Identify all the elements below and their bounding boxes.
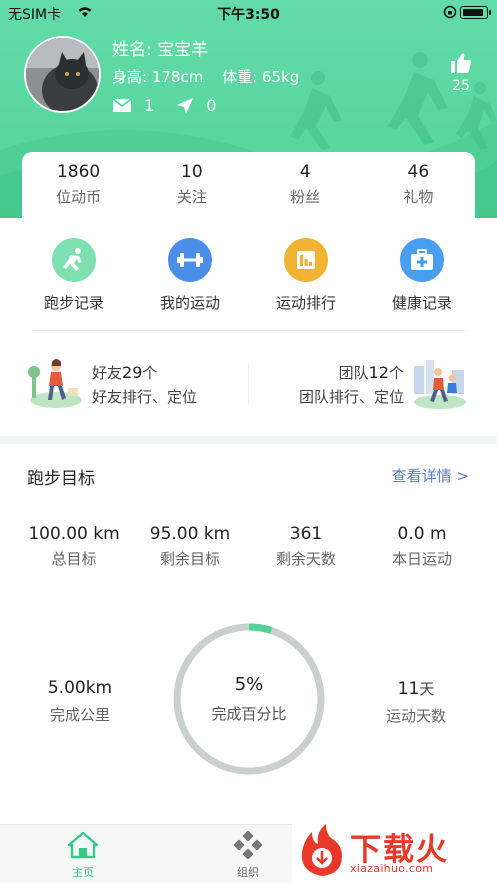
clock: 下午3:50 <box>217 7 280 23</box>
goal-stat-days-left: 361 剩余天数 <box>248 524 364 569</box>
message-count: 1 <box>144 96 155 115</box>
friends-count: 29 <box>122 363 143 382</box>
friends-count-line: 好友29个 <box>92 362 157 383</box>
feature-label: 健康记录 <box>391 294 452 312</box>
goal-title: 跑步目标 <box>27 469 95 489</box>
goal-stat-label: 本日运动 <box>391 550 452 568</box>
days-unit: 天 <box>419 680 435 698</box>
exercise-days-label: 运动天数 <box>385 707 446 725</box>
feature-label: 我的运动 <box>159 294 220 312</box>
friends-subtitle: 好友排行、定位 <box>92 388 198 406</box>
location-count: 0 <box>206 96 217 115</box>
dumbbell-icon <box>168 238 212 282</box>
team-illustration <box>414 360 466 409</box>
watermark: 下载火 xiazaihuo.com <box>292 818 497 883</box>
bar-chart-icon <box>284 238 328 282</box>
feature-label: 运动排行 <box>275 294 336 312</box>
goal-stat-value: 0.0 m <box>397 524 447 544</box>
feature-my-sports[interactable]: 我的运动 <box>132 238 248 313</box>
team-suffix: 个 <box>388 364 404 382</box>
goal-stat-label: 剩余目标 <box>159 550 220 568</box>
team-count-line: 团队12个 <box>339 362 404 383</box>
count-number: 10 <box>181 162 203 182</box>
likes-count: 25 <box>452 78 470 94</box>
count-number: 1860 <box>56 162 101 182</box>
friends-panel[interactable]: 好友29个 好友排行、定位 <box>28 354 248 414</box>
goal-stat-today: 0.0 m 本日运动 <box>364 524 480 569</box>
mail-icon[interactable] <box>112 98 132 113</box>
goal-stat-value: 95.00 km <box>149 524 231 544</box>
count-fans[interactable]: 4 粉丝 <box>249 152 362 222</box>
count-label: 粉丝 <box>290 188 321 206</box>
location-arrow-icon[interactable] <box>176 97 194 115</box>
friends-suffix: 个 <box>142 364 158 382</box>
completed-km: 5.00km 完成公里 <box>30 678 130 725</box>
days-number: 11 <box>397 679 420 699</box>
tab-label: 主页 <box>72 866 94 879</box>
goal-stat-value: 361 <box>289 524 323 544</box>
count-label: 礼物 <box>403 188 434 206</box>
friends-illustration <box>28 359 82 408</box>
team-subtitle: 团队排行、定位 <box>298 388 404 406</box>
features-section: 跑步记录 我的运动 运动排行 健康记录 好友29个 好友排行、定位 团队12个 … <box>0 218 497 436</box>
count-label: 位动币 <box>56 188 102 206</box>
count-number: 46 <box>407 162 430 182</box>
height-label: 身高: 178cm <box>112 68 204 86</box>
count-coins[interactable]: 1860 位动币 <box>22 152 135 222</box>
divider <box>32 330 465 331</box>
social-counts-card: 1860 位动币 10 关注 4 粉丝 46 礼物 <box>22 152 475 222</box>
organization-icon <box>233 830 263 860</box>
feature-health-record[interactable]: 健康记录 <box>364 238 480 313</box>
team-panel[interactable]: 团队12个 团队排行、定位 <box>250 354 470 414</box>
goal-stat-label: 剩余天数 <box>275 550 336 568</box>
completed-km-label: 完成公里 <box>49 706 110 724</box>
percent-value: 5% <box>234 674 264 695</box>
exercise-days-value: 11天 <box>366 678 466 699</box>
status-bar: 无SIM卡 下午3:50 <box>0 0 497 26</box>
rotation-lock-icon <box>443 5 457 19</box>
count-number: 4 <box>299 162 311 182</box>
team-count: 12 <box>368 363 389 382</box>
profile-name: 姓名: 宝宝羊 <box>112 40 209 60</box>
feature-grid: 跑步记录 我的运动 运动排行 健康记录 <box>0 238 497 313</box>
count-gifts[interactable]: 46 礼物 <box>362 152 475 222</box>
running-goal-section: 跑步目标 查看详情 > 100.00 km 总目标 95.00 km 剩余目标 … <box>0 444 497 824</box>
completed-km-value: 5.00km <box>47 678 113 698</box>
view-details-link[interactable]: 查看详情 > <box>392 465 469 486</box>
team-prefix: 团队 <box>338 364 369 382</box>
exercise-days: 11天 运动天数 <box>366 678 466 726</box>
goal-stat-value: 100.00 km <box>28 524 120 544</box>
count-label: 关注 <box>176 188 207 206</box>
profile-body-stats: 身高: 178cm 体重: 65kg <box>112 66 313 87</box>
goal-stat-label: 总目标 <box>51 550 97 568</box>
goal-stat-remaining: 95.00 km 剩余目标 <box>132 524 248 569</box>
tab-organization[interactable]: 组织 <box>218 830 278 880</box>
runner-icon <box>52 238 96 282</box>
feature-label: 跑步记录 <box>43 294 104 312</box>
battery-icon <box>460 6 491 19</box>
profile-actions: 1 0 <box>112 96 238 115</box>
feature-running-record[interactable]: 跑步记录 <box>16 238 132 313</box>
flame-logo-icon <box>301 824 342 876</box>
tab-label: 组织 <box>237 866 259 879</box>
medical-kit-icon <box>400 238 444 282</box>
divider <box>248 364 249 404</box>
progress-ring-label: 5% 完成百分比 <box>172 674 326 724</box>
avatar[interactable] <box>24 36 101 113</box>
home-icon <box>67 831 99 859</box>
feature-sports-ranking[interactable]: 运动排行 <box>248 238 364 313</box>
thumbs-up-icon <box>451 53 472 73</box>
percent-label: 完成百分比 <box>211 705 287 723</box>
likes-button[interactable]: 25 <box>445 52 477 94</box>
count-following[interactable]: 10 关注 <box>135 152 248 222</box>
goal-stat-total: 100.00 km 总目标 <box>16 524 132 569</box>
friends-prefix: 好友 <box>92 364 123 382</box>
weight-label: 体重: 65kg <box>222 68 300 86</box>
tab-home[interactable]: 主页 <box>53 831 113 880</box>
goal-stats: 100.00 km 总目标 95.00 km 剩余目标 361 剩余天数 0.0… <box>0 524 497 569</box>
watermark-url: xiazaihuo.com <box>350 862 434 875</box>
